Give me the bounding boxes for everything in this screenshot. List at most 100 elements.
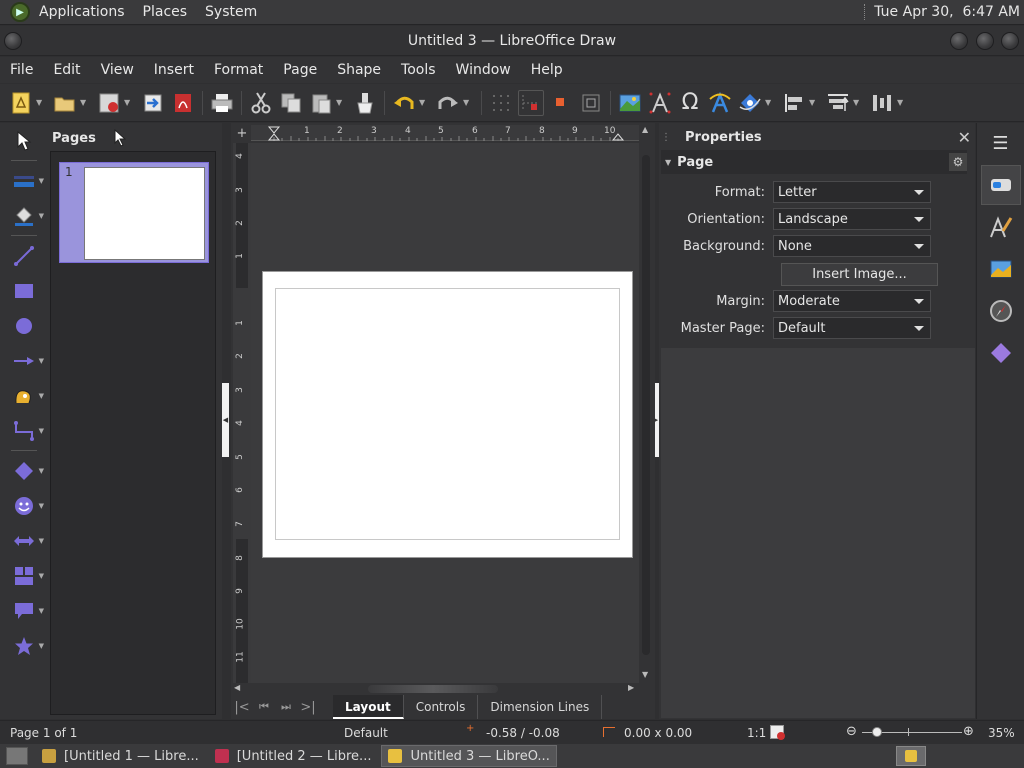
task-untitled-3[interactable]: Untitled 3 — LibreO... bbox=[381, 745, 557, 767]
grid-icon[interactable] bbox=[488, 90, 514, 116]
scroll-right-icon[interactable]: ▶ bbox=[628, 683, 634, 692]
background-dropdown[interactable]: None bbox=[773, 235, 931, 257]
page-thumbnail[interactable]: 1 bbox=[59, 162, 209, 263]
scroll-up-icon[interactable]: ▲ bbox=[642, 125, 648, 134]
special-character-icon[interactable]: Ω bbox=[677, 90, 703, 116]
prev-page-button[interactable]: ⏮ bbox=[253, 700, 275, 714]
menu-insert[interactable]: Insert bbox=[144, 62, 204, 78]
open-icon[interactable] bbox=[52, 90, 78, 116]
task-untitled-2[interactable]: [Untitled 2 — Libre... bbox=[209, 745, 378, 767]
arrange-dropdown-icon[interactable]: ▼ bbox=[853, 98, 861, 107]
arrange-icon[interactable] bbox=[825, 90, 851, 116]
sidebar-menu-icon[interactable]: ☰ bbox=[981, 123, 1021, 163]
zoom-in-icon[interactable]: ⊕ bbox=[963, 724, 974, 739]
gallery-deck-icon[interactable] bbox=[981, 249, 1021, 289]
document-modified-icon[interactable] bbox=[770, 725, 785, 740]
insert-image-button[interactable]: Insert Image... bbox=[781, 263, 938, 286]
save-dropdown-icon[interactable]: ▼ bbox=[124, 98, 132, 107]
line-color-tool[interactable]: ▼ bbox=[0, 163, 48, 198]
fontwork-text-icon[interactable] bbox=[647, 90, 673, 116]
task-untitled-1[interactable]: [Untitled 1 — Libre... bbox=[36, 745, 205, 767]
distro-logo-icon[interactable]: ▶ bbox=[10, 2, 30, 22]
shapes-deck-icon[interactable] bbox=[981, 333, 1021, 373]
horizontal-scroll-thumb[interactable] bbox=[368, 685, 498, 693]
menu-format[interactable]: Format bbox=[204, 62, 273, 78]
styles-deck-icon[interactable] bbox=[981, 207, 1021, 247]
transformations-icon[interactable] bbox=[737, 90, 763, 116]
zoom-icon[interactable] bbox=[548, 90, 574, 116]
menu-file[interactable]: File bbox=[0, 62, 43, 78]
fill-color-tool[interactable]: ▼ bbox=[0, 198, 48, 233]
next-page-button[interactable]: ⏭ bbox=[275, 700, 297, 714]
helplines-icon[interactable] bbox=[518, 89, 544, 116]
redo-icon[interactable] bbox=[435, 90, 461, 116]
ellipse-tool[interactable] bbox=[0, 308, 48, 343]
fontwork-icon[interactable] bbox=[707, 90, 733, 116]
cut-icon[interactable] bbox=[248, 90, 274, 116]
lines-arrows-tool[interactable]: ▼ bbox=[0, 343, 48, 378]
master-page-dropdown[interactable]: Default bbox=[773, 317, 931, 339]
zoom-slider[interactable] bbox=[862, 727, 962, 737]
callouts-tool[interactable]: ▼ bbox=[0, 593, 48, 628]
clock[interactable]: Tue Apr 30, 6:47 AM bbox=[874, 4, 1020, 20]
pages-panel-collapse-handle[interactable]: ◀ bbox=[222, 383, 229, 457]
print-icon[interactable] bbox=[209, 90, 235, 116]
close-button[interactable] bbox=[1001, 32, 1019, 50]
transformations-dropdown-icon[interactable]: ▼ bbox=[765, 98, 773, 107]
tab-dimension-lines[interactable]: Dimension Lines bbox=[478, 695, 603, 719]
align-dropdown-icon[interactable]: ▼ bbox=[809, 98, 817, 107]
block-arrows-tool[interactable]: ▼ bbox=[0, 523, 48, 558]
distribute-dropdown-icon[interactable]: ▼ bbox=[897, 98, 905, 107]
tab-layout[interactable]: Layout bbox=[333, 695, 404, 719]
curves-tool[interactable]: ▼ bbox=[0, 378, 48, 413]
horizontal-scrollbar[interactable]: ◀ ▶ bbox=[233, 683, 639, 695]
close-sidebar-icon[interactable]: ✕ bbox=[958, 128, 971, 147]
properties-deck-icon[interactable] bbox=[980, 165, 1021, 205]
export-icon[interactable] bbox=[140, 90, 166, 116]
applications-menu[interactable]: Applications bbox=[30, 4, 134, 20]
window-titlebar[interactable]: Untitled 3 — LibreOffice Draw bbox=[0, 26, 1024, 56]
menu-tools[interactable]: Tools bbox=[391, 62, 446, 78]
menu-page[interactable]: Page bbox=[273, 62, 327, 78]
ruler-corner[interactable]: + bbox=[233, 125, 251, 141]
distribute-icon[interactable] bbox=[869, 90, 895, 116]
flowchart-tool[interactable]: ▼ bbox=[0, 558, 48, 593]
workspace-switcher[interactable] bbox=[896, 746, 926, 766]
insert-image-icon[interactable] bbox=[617, 90, 643, 116]
maximize-button[interactable] bbox=[976, 32, 994, 50]
menu-shape[interactable]: Shape bbox=[327, 62, 391, 78]
collapse-section-icon[interactable]: ▼ bbox=[665, 158, 671, 167]
stars-tool[interactable]: ▼ bbox=[0, 628, 48, 663]
places-menu[interactable]: Places bbox=[134, 4, 197, 20]
more-options-gear-icon[interactable]: ⚙ bbox=[949, 153, 967, 171]
clone-formatting-icon[interactable] bbox=[352, 90, 378, 116]
new-dropdown-icon[interactable]: ▼ bbox=[36, 98, 44, 107]
undo-icon[interactable] bbox=[391, 90, 417, 116]
window-menu-button[interactable] bbox=[4, 32, 22, 50]
show-desktop-icon[interactable] bbox=[6, 747, 28, 765]
menu-edit[interactable]: Edit bbox=[43, 62, 90, 78]
menu-help[interactable]: Help bbox=[521, 62, 573, 78]
image-icon[interactable] bbox=[578, 90, 604, 116]
rectangle-tool[interactable] bbox=[0, 273, 48, 308]
master-page-status[interactable]: Default bbox=[344, 726, 388, 740]
new-icon[interactable] bbox=[8, 90, 34, 116]
align-icon[interactable] bbox=[781, 90, 807, 116]
margin-dropdown[interactable]: Moderate bbox=[773, 290, 931, 312]
drag-handle-icon[interactable]: ⋮ bbox=[661, 132, 673, 143]
open-dropdown-icon[interactable]: ▼ bbox=[80, 98, 88, 107]
menu-view[interactable]: View bbox=[91, 62, 144, 78]
orientation-dropdown[interactable]: Landscape bbox=[773, 208, 931, 230]
copy-icon[interactable] bbox=[278, 90, 304, 116]
save-icon[interactable] bbox=[96, 90, 122, 116]
vertical-scrollbar[interactable]: ▲ ▼ bbox=[639, 125, 653, 683]
zoom-slider-handle[interactable] bbox=[872, 727, 882, 737]
export-pdf-icon[interactable] bbox=[170, 90, 196, 116]
line-tool[interactable] bbox=[0, 238, 48, 273]
vertical-ruler[interactable]: 4 3 2 1 1 2 3 4 5 6 7 8 9 10 11 bbox=[233, 143, 251, 683]
zoom-percent[interactable]: 35% bbox=[988, 726, 1015, 740]
first-page-button[interactable]: |< bbox=[231, 700, 253, 715]
symbol-shapes-tool[interactable]: ▼ bbox=[0, 488, 48, 523]
horizontal-ruler[interactable]: 1 2 3 4 5 6 7 8 9 10 bbox=[251, 125, 639, 141]
format-dropdown[interactable]: Letter bbox=[773, 181, 931, 203]
